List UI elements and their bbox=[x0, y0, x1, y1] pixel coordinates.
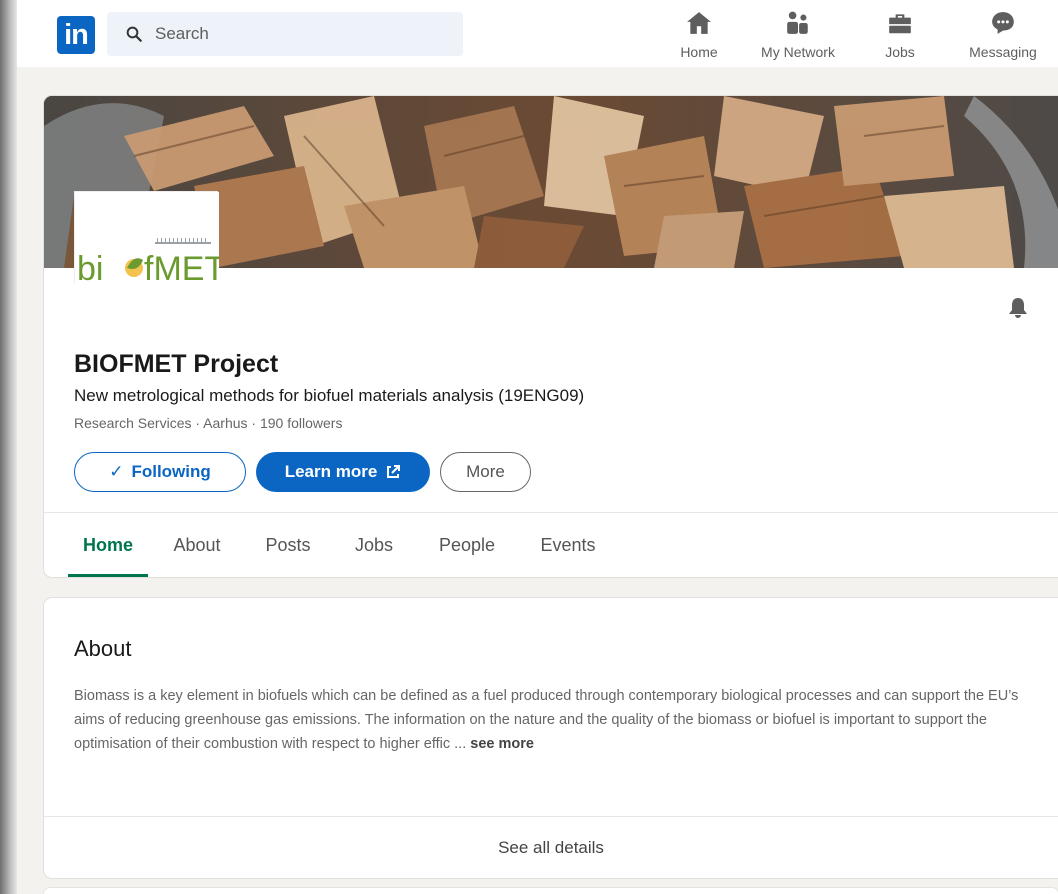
nav-item-label: Home bbox=[680, 44, 718, 60]
tab-people[interactable]: People bbox=[430, 513, 504, 577]
organization-name: BIOFMET Project bbox=[74, 350, 279, 378]
briefcase-icon bbox=[889, 14, 911, 34]
organization-logo[interactable]: bi fMET bbox=[74, 191, 219, 284]
linkedin-logo[interactable]: in bbox=[57, 16, 95, 54]
organization-profile-card: bi fMET BIOFMET Project New metrological… bbox=[44, 96, 1058, 577]
learn-more-button[interactable]: Learn more bbox=[256, 452, 430, 492]
about-description: Biomass is a key element in biofuels whi… bbox=[74, 684, 1034, 756]
search-placeholder: Search bbox=[155, 24, 209, 43]
bell-icon[interactable] bbox=[1006, 296, 1030, 320]
tab-jobs[interactable]: Jobs bbox=[346, 513, 402, 577]
about-heading: About bbox=[74, 636, 132, 661]
organization-tagline: New metrological methods for biofuel mat… bbox=[74, 386, 585, 405]
nav-item-my-network[interactable]: My Network bbox=[750, 10, 846, 62]
top-navigation-bar: in Search Home My Network Jobs Messaging bbox=[17, 0, 1058, 67]
profile-tabs: Home About Posts Jobs People Events bbox=[44, 513, 1058, 577]
next-card-edge bbox=[44, 888, 1058, 894]
logo-wordmark-bi: bi bbox=[77, 250, 103, 284]
people-icon bbox=[787, 11, 808, 34]
tab-posts[interactable]: Posts bbox=[256, 513, 320, 577]
home-icon bbox=[687, 12, 711, 34]
checkmark-icon: ✓ bbox=[109, 462, 124, 481]
about-card: About Biomass is a key element in biofue… bbox=[44, 598, 1058, 878]
nav-item-label: Jobs bbox=[885, 44, 915, 60]
tab-events[interactable]: Events bbox=[532, 513, 604, 577]
nav-item-label: Messaging bbox=[969, 44, 1037, 60]
about-text: Biomass is a key element in biofuels whi… bbox=[74, 688, 1019, 752]
external-link-icon bbox=[387, 465, 401, 478]
chat-icon bbox=[992, 12, 1014, 34]
nav-item-home[interactable]: Home bbox=[667, 10, 731, 62]
nav-item-jobs[interactable]: Jobs bbox=[870, 10, 930, 62]
see-all-details-button[interactable]: See all details bbox=[44, 817, 1058, 878]
more-label: More bbox=[466, 462, 505, 481]
window-edge bbox=[0, 0, 17, 894]
more-button[interactable]: More bbox=[440, 452, 531, 492]
nav-item-label: My Network bbox=[761, 44, 835, 60]
organization-meta: Research Services · Aarhus · 190 followe… bbox=[74, 415, 343, 431]
search-input[interactable]: Search bbox=[107, 12, 463, 56]
search-icon bbox=[126, 26, 142, 42]
logo-wordmark-fmet: fMET bbox=[144, 250, 219, 284]
see-more-link[interactable]: see more bbox=[470, 736, 534, 752]
learn-more-label: Learn more bbox=[284, 462, 378, 481]
nav-item-messaging[interactable]: Messaging bbox=[960, 10, 1046, 62]
tab-about[interactable]: About bbox=[166, 513, 228, 577]
following-label: Following bbox=[131, 462, 211, 481]
following-button[interactable]: ✓ Following bbox=[74, 452, 246, 492]
tab-home[interactable]: Home bbox=[68, 513, 148, 577]
